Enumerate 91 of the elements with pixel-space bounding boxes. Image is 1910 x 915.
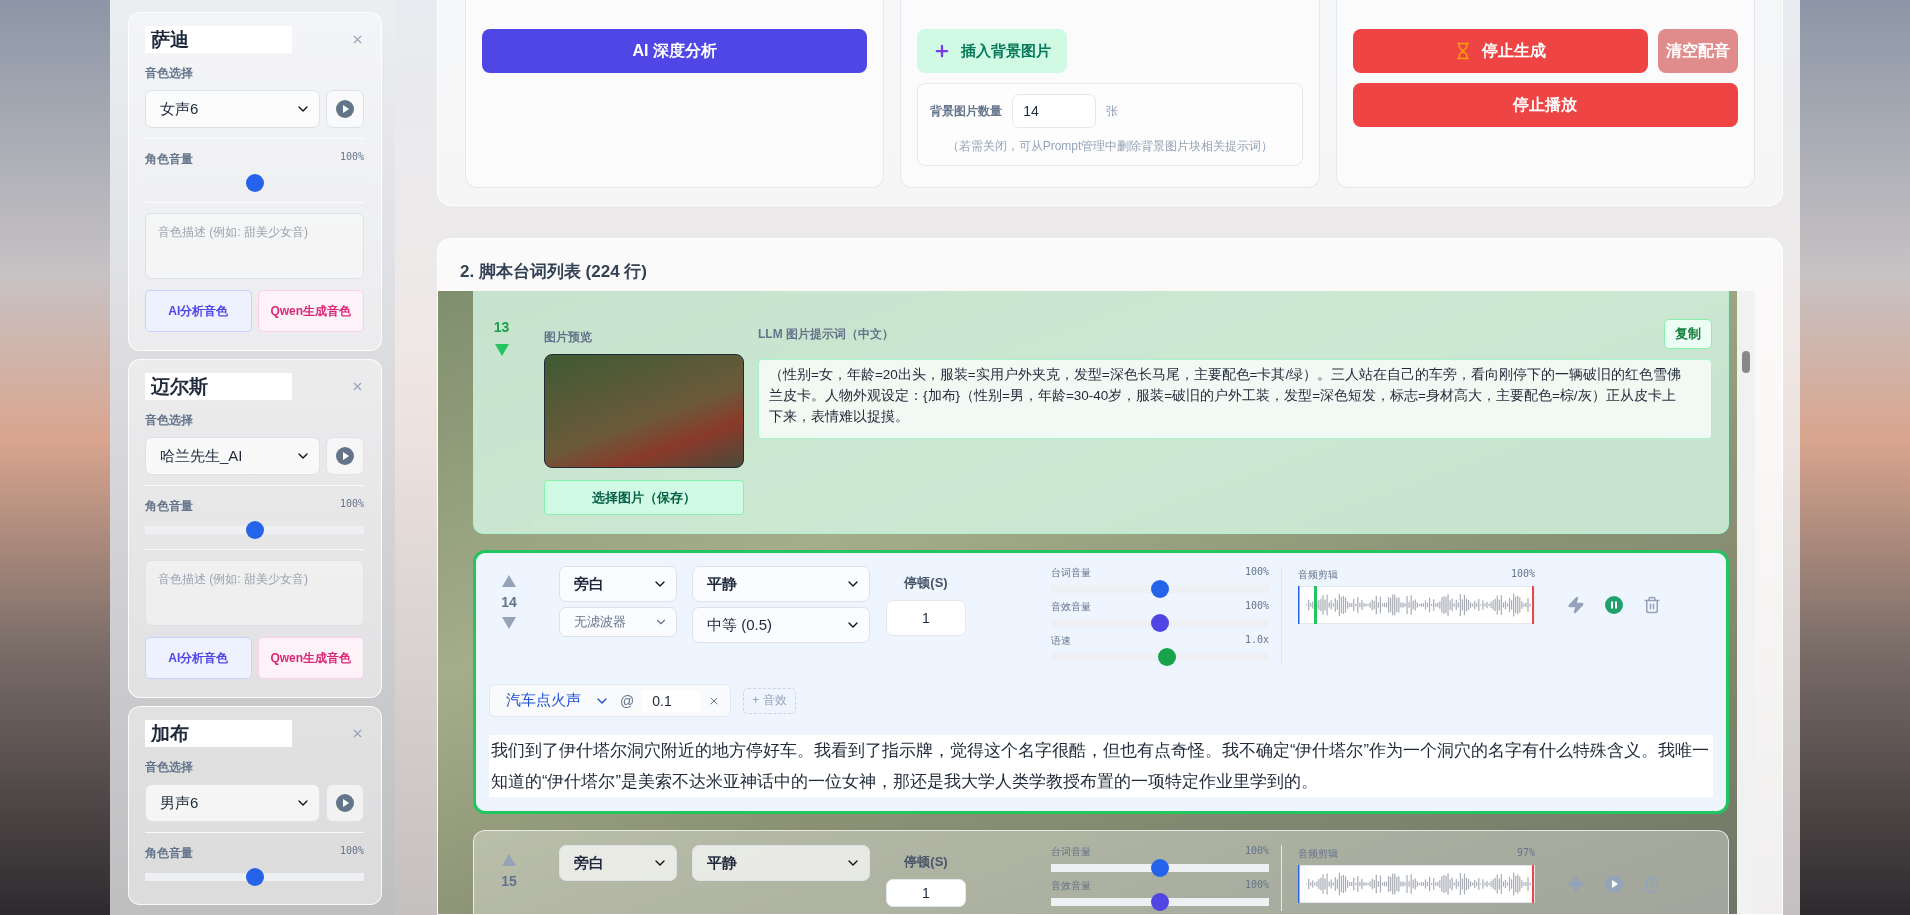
slider-thumb[interactable] xyxy=(1157,648,1176,666)
slider-label: 语速 xyxy=(1051,634,1071,648)
ai-analysis-button[interactable]: AI 深度分析 xyxy=(482,29,868,73)
clip-label: 音频剪辑 xyxy=(1298,568,1338,582)
dialogue-text[interactable]: 我们到了伊什塔尔洞穴附近的地方停好车。我看到了指示牌，觉得这个名字很酷，但也有点奇怪。我不确定“伊什塔尔”作为一个洞穴的名字有什么特殊含义。我唯一知道的“伊什塔尔”是美索不达米亚神话中的一位女神，那还是我大学人类学教授布置的一项特定作业里学到的。 xyxy=(489,735,1714,797)
slider-label: 台词音量 xyxy=(1051,566,1091,580)
copy-button[interactable]: 复制 xyxy=(1664,319,1713,349)
pause-input[interactable]: 1 xyxy=(886,879,966,907)
scrollbar[interactable] xyxy=(1737,291,1755,914)
up-arrow-icon[interactable] xyxy=(501,574,517,588)
emotion-dropdown[interactable]: 平静 xyxy=(692,566,870,602)
down-arrow-icon[interactable] xyxy=(501,616,517,630)
insert-image-button[interactable]: 插入背景图片 xyxy=(917,29,1068,73)
voice-dropdown[interactable]: 男声6 xyxy=(145,784,320,822)
speaker-dropdown[interactable]: 旁白 xyxy=(559,566,677,602)
effect-time-input[interactable]: 0.1 xyxy=(642,689,701,712)
sound-effect-dropdown[interactable]: 汽车点火声 xyxy=(502,688,612,713)
play-icon xyxy=(336,447,354,465)
volume-reading: 100% xyxy=(339,151,364,164)
emotion-dropdown[interactable]: 平静 xyxy=(692,845,870,881)
prompt-label: LLM 图片提示词（中文） xyxy=(758,325,894,343)
waveform-drawing[interactable] xyxy=(1298,865,1535,903)
filter-dropdown[interactable]: 无滤波器 xyxy=(559,607,677,637)
stop-playback-button[interactable]: 停止播放 xyxy=(1352,83,1738,127)
waveform-drawing[interactable] xyxy=(1298,586,1535,624)
delete-button[interactable] xyxy=(1643,596,1661,614)
slider-reading: 1.0x xyxy=(1244,634,1269,647)
slider-label: 音效音量 xyxy=(1051,879,1091,893)
field-label: 音色选择 xyxy=(145,412,193,429)
pause-label: 停顿(S) xyxy=(904,853,948,871)
stop-generate-button[interactable]: 停止生成 xyxy=(1352,29,1648,73)
close-icon[interactable] xyxy=(351,380,364,393)
slider-thumb[interactable] xyxy=(1151,614,1169,632)
count-label: 背景图片数量 xyxy=(930,102,1003,120)
row-number: 15 xyxy=(501,873,517,889)
speed-dropdown[interactable]: 中等 (0.5) xyxy=(692,607,870,643)
slider-label: 台词音量 xyxy=(1051,845,1091,859)
at-sign: @ xyxy=(620,692,635,709)
preview-label: 图片预览 xyxy=(544,329,593,346)
slider-label: 音效音量 xyxy=(1051,600,1091,614)
section-title: 2. 脚本台词列表 (224 行) xyxy=(459,261,649,283)
field-label: 音色选择 xyxy=(145,65,193,82)
slider-thumb[interactable] xyxy=(1151,859,1169,877)
slider-reading: 100% xyxy=(1244,879,1269,892)
field-label: 角色音量 xyxy=(145,151,193,168)
speaker-dropdown[interactable]: 旁白 xyxy=(559,845,677,881)
slider-reading: 100% xyxy=(1244,566,1269,579)
analyze-voice-button[interactable]: AI分析音色 xyxy=(145,290,252,332)
slider-reading: 100% xyxy=(1244,600,1269,613)
pause-button[interactable] xyxy=(1605,596,1623,614)
choose-image-button[interactable]: 选择图片（保存） xyxy=(544,480,744,515)
pause-input[interactable]: 1 xyxy=(886,600,966,636)
count-input[interactable]: 14 xyxy=(1012,94,1097,128)
clip-reading: 97% xyxy=(1516,847,1535,860)
play-button[interactable] xyxy=(326,437,364,475)
play-button[interactable] xyxy=(1605,875,1623,893)
generate-voice-button[interactable]: Qwen生成音色 xyxy=(257,290,364,332)
play-button[interactable] xyxy=(326,90,364,128)
analyze-voice-button[interactable]: AI分析音色 xyxy=(145,637,252,679)
slider-thumb[interactable] xyxy=(245,521,264,539)
prompt-field[interactable]: （性别=女，年龄=20出头，服装=实用户外夹克，发型=深色长马尾，主要配色=卡其/绿）。三人站在自己的车旁，看向刚停下的一辆破旧的红色雪佛兰皮卡。人物外观设定：{加布}（性别=男，年龄=30-40岁，服装=破旧的户外工装，发型=深色短发，标志=身材高大，主要配色=棕/灰）正从皮卡上下来，表情难以捉摸。 xyxy=(758,359,1713,439)
row-number: 14 xyxy=(501,594,517,610)
voice-dropdown[interactable]: 女声6 xyxy=(145,90,320,128)
slider-thumb[interactable] xyxy=(1151,893,1169,911)
character-name-field[interactable]: 萨迪 xyxy=(145,26,292,53)
clip-label: 音频剪辑 xyxy=(1298,847,1338,861)
field-label: 角色音量 xyxy=(145,845,193,862)
character-name-field[interactable]: 加布 xyxy=(145,720,292,747)
play-icon xyxy=(336,794,354,812)
generate-voice-button[interactable]: Qwen生成音色 xyxy=(257,637,364,679)
slider-thumb[interactable] xyxy=(245,868,264,886)
unit-label: 张 xyxy=(1106,102,1119,120)
pause-label: 停顿(S) xyxy=(904,574,948,592)
field-label: 角色音量 xyxy=(145,498,193,515)
field-label: 音色选择 xyxy=(145,759,193,776)
play-button[interactable] xyxy=(326,784,364,822)
lightning-button[interactable] xyxy=(1567,596,1585,614)
volume-reading: 100% xyxy=(339,498,364,511)
row-number: 13 xyxy=(493,319,510,335)
hint-text: （若需关闭，可从Prompt管理中删除背景图片块相关提示词） xyxy=(945,138,1275,155)
play-icon xyxy=(336,100,354,118)
voice-dropdown[interactable]: 哈兰先生_AI xyxy=(145,437,320,475)
character-name-field[interactable]: 迈尔斯 xyxy=(145,373,292,400)
close-icon[interactable] xyxy=(351,727,364,740)
slider-reading: 100% xyxy=(1244,845,1269,858)
slider-thumb[interactable] xyxy=(1151,580,1169,598)
down-arrow-icon[interactable] xyxy=(493,343,510,357)
close-icon[interactable] xyxy=(351,33,364,46)
clip-reading: 100% xyxy=(1510,568,1535,581)
volume-reading: 100% xyxy=(339,845,364,858)
slider-thumb[interactable] xyxy=(245,174,264,192)
